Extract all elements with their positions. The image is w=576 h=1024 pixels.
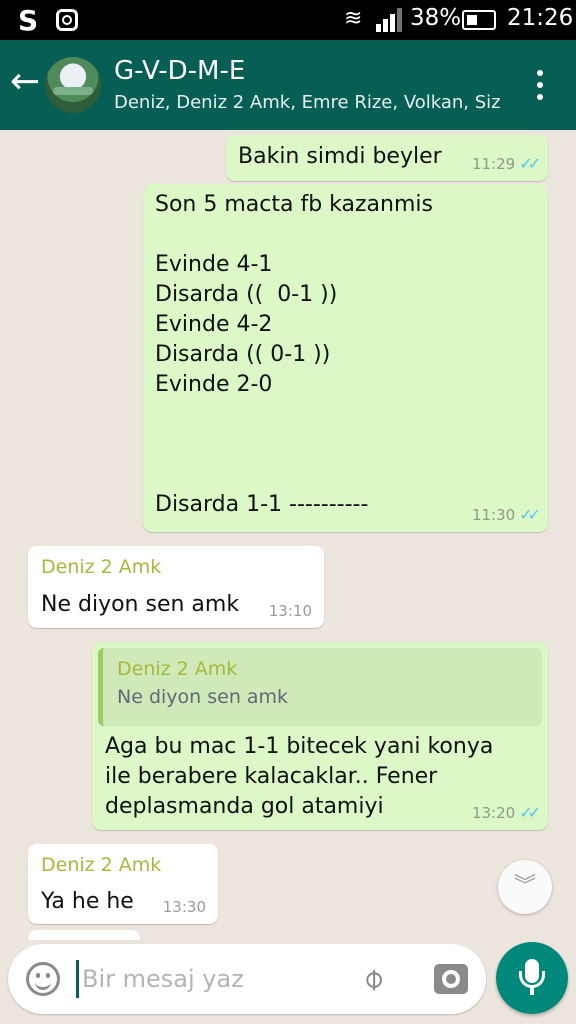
message-time: 13:10 <box>268 602 312 620</box>
sender-name: Deniz 2 Amk <box>41 556 162 578</box>
quoted-sender: Deniz 2 Amk <box>117 658 238 680</box>
message-text: Ya he he <box>41 889 134 914</box>
instagram-icon <box>56 9 78 31</box>
message-input[interactable] <box>82 959 352 999</box>
message-bubble-outgoing[interactable]: Bakin simdi beyler 11:29 ✓✓ <box>226 135 548 181</box>
wifi-icon: ≋ <box>344 6 363 31</box>
voice-record-button[interactable] <box>496 942 568 1014</box>
message-time: 13:30 <box>162 898 206 916</box>
back-arrow-icon[interactable]: ← <box>10 64 40 100</box>
message-meta: 13:20 ✓✓ <box>471 803 541 822</box>
scroll-down-icon[interactable]: ︾ <box>498 860 552 914</box>
message-composer: ⌀ <box>8 944 486 1014</box>
message-bubble-incoming[interactable]: Deniz 2 Amk Ya he he 13:30 <box>28 844 218 924</box>
battery-percent: 38% <box>410 5 462 31</box>
chat-area[interactable]: Bakin simdi beyler 11:29 ✓✓ Son 5 macta f… <box>0 130 576 940</box>
message-text: Bakin simdi beyler <box>238 144 442 169</box>
attach-icon[interactable]: ⌀ <box>354 960 392 998</box>
group-avatar[interactable] <box>45 57 101 113</box>
message-bubble-incoming[interactable] <box>28 930 140 940</box>
message-time: 11:29 <box>471 155 516 173</box>
message-bubble-outgoing[interactable]: Deniz 2 Amk Ne diyon sen amk Aga bu mac … <box>92 642 548 830</box>
message-text: Aga bu mac 1-1 bitecek yani konya ile be… <box>105 734 494 819</box>
battery-icon <box>462 10 496 30</box>
read-ticks-icon: ✓✓ <box>519 505 541 524</box>
message-text: Son 5 macta fb kazanmis Evinde 4-1 Disar… <box>155 192 433 517</box>
message-meta: 11:29 ✓✓ <box>471 154 541 173</box>
group-members[interactable]: Deniz, Deniz 2 Amk, Emre Rize, Volkan, S… <box>114 92 501 113</box>
mic-stand <box>530 986 534 995</box>
emoji-icon[interactable] <box>26 962 60 996</box>
message-meta: 11:30 ✓✓ <box>471 505 541 524</box>
more-options-icon[interactable] <box>536 70 544 100</box>
status-bar: S ≋ 38% 21:26 <box>0 0 576 40</box>
group-title[interactable]: G-V-D-M-E <box>114 56 245 86</box>
quoted-text: Ne diyon sen amk <box>117 686 289 708</box>
message-bubble-outgoing[interactable]: Son 5 macta fb kazanmis Evinde 4-1 Disar… <box>143 184 548 532</box>
text-cursor <box>76 960 79 998</box>
s-app-icon: S <box>18 4 39 37</box>
signal-icon <box>376 8 404 32</box>
read-ticks-icon: ✓✓ <box>519 154 541 173</box>
mic-icon <box>519 959 545 988</box>
message-text: Ne diyon sen amk <box>41 592 240 617</box>
read-ticks-icon: ✓✓ <box>519 803 541 822</box>
clock: 21:26 <box>507 5 574 31</box>
sender-name: Deniz 2 Amk <box>41 854 162 876</box>
message-time: 11:30 <box>471 506 516 524</box>
quoted-message[interactable]: Deniz 2 Amk Ne diyon sen amk <box>98 648 542 726</box>
message-time: 13:20 <box>471 804 516 822</box>
chat-header: ← G-V-D-M-E Deniz, Deniz 2 Amk, Emre Riz… <box>0 40 576 130</box>
camera-icon[interactable] <box>434 964 468 994</box>
message-bubble-incoming[interactable]: Deniz 2 Amk Ne diyon sen amk 13:10 <box>28 546 324 628</box>
